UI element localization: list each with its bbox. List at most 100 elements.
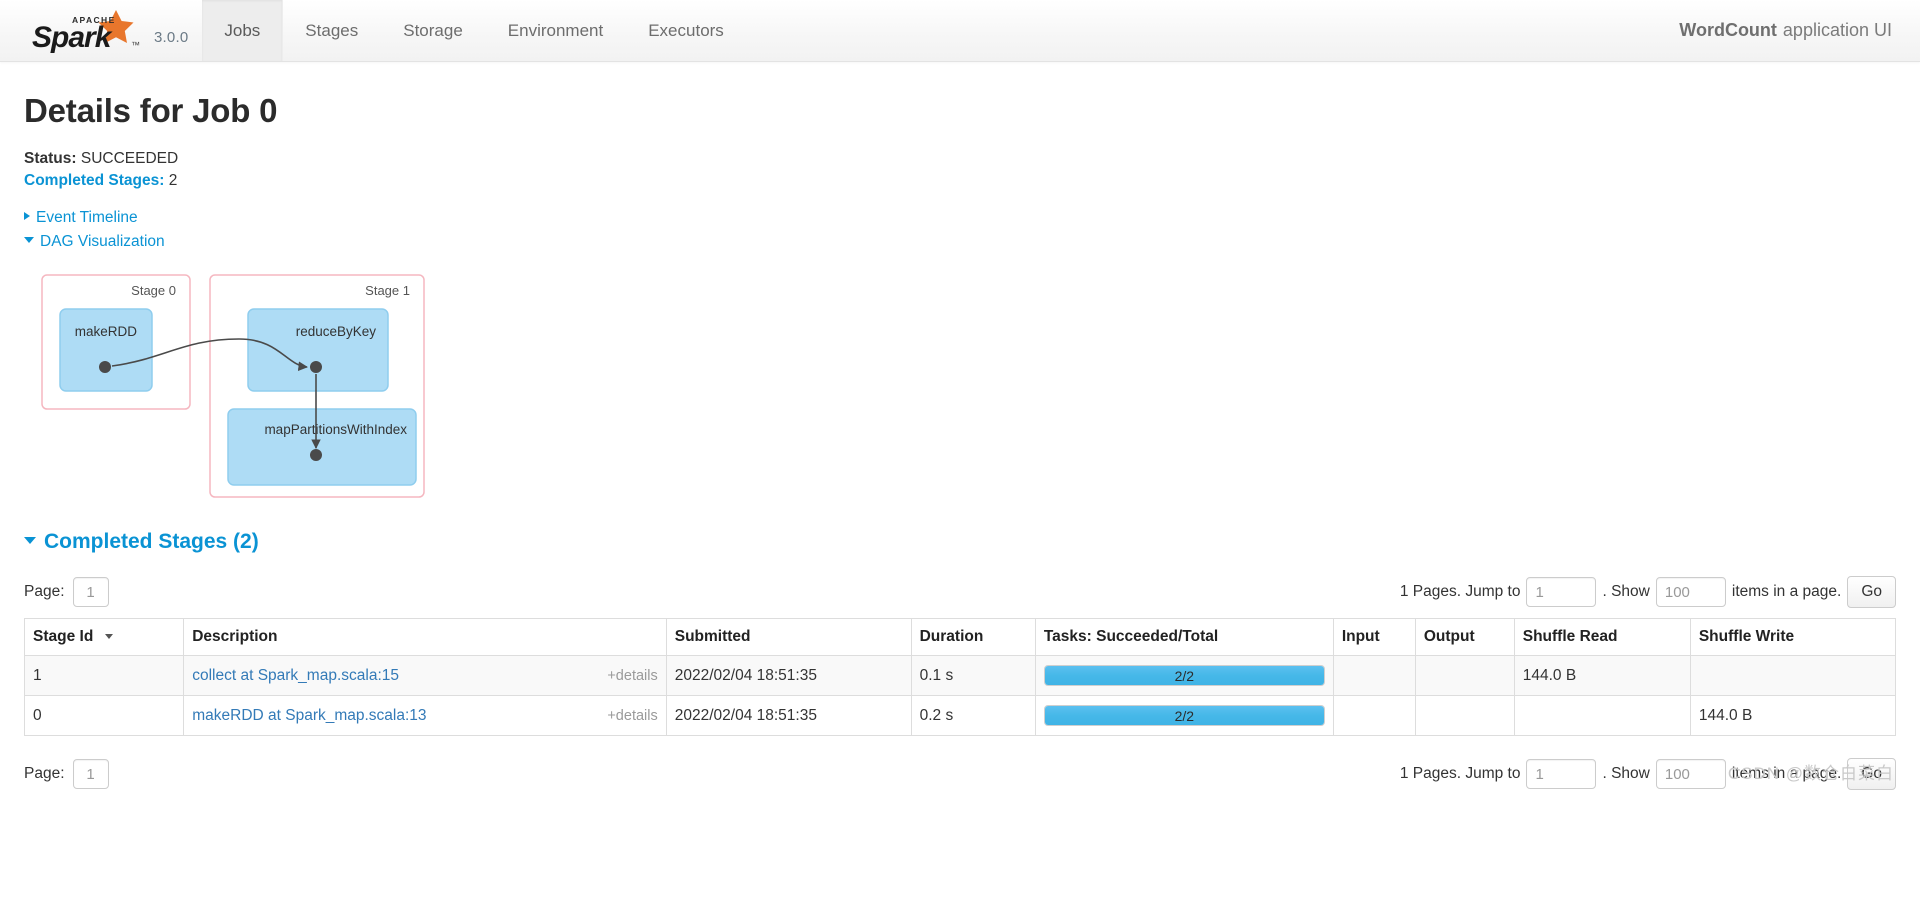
dag-visualization-label: DAG Visualization: [40, 233, 165, 250]
cell-description: makeRDD at Spark_map.scala:13 +details: [183, 695, 667, 736]
page-label: Page:: [24, 583, 65, 600]
stage-description-link[interactable]: makeRDD at Spark_map.scala:13: [192, 707, 426, 725]
page-content: Details for Job 0 Status: SUCCEEDED Comp…: [0, 62, 1920, 790]
dag-node-reducebykey-box[interactable]: [247, 308, 389, 392]
dag-svg: Stage 0 makeRDD Stage 1 reduceByKey mapP…: [41, 274, 425, 498]
jump-to-input[interactable]: [1526, 759, 1597, 789]
chevron-right-icon: [24, 212, 30, 220]
spark-version: 3.0.0: [154, 29, 189, 46]
dag-node-mappartitionswithindex-dot: [310, 449, 322, 461]
cell-duration: 0.2 s: [910, 695, 1036, 736]
dag-visualization-panel: Stage 0 makeRDD Stage 1 reduceByKey mapP…: [24, 267, 1896, 512]
watermark: CSDN @数仓白菜白: [1727, 764, 1894, 783]
tab-storage[interactable]: Storage: [381, 0, 486, 61]
cell-stage-id: 1: [23, 655, 185, 696]
completed-stages-section-toggle[interactable]: Completed Stages (2): [24, 530, 259, 554]
cell-shuffle-write: [1689, 655, 1897, 696]
items-per-page-input[interactable]: [1655, 759, 1726, 789]
tab-jobs[interactable]: Jobs: [202, 0, 284, 61]
pagination-bottom: Page: 1 Pages. Jump to . Show items in a…: [24, 758, 1896, 790]
column-header-shuffle-read[interactable]: Shuffle Read: [1513, 618, 1691, 656]
spark-logo-icon[interactable]: APACHE Spark ™: [28, 8, 146, 54]
dag-node-mappartitionswithindex-box[interactable]: [227, 408, 417, 486]
details-toggle[interactable]: +details: [607, 708, 657, 724]
tab-stages[interactable]: Stages: [283, 0, 381, 61]
column-header-submitted[interactable]: Submitted: [665, 618, 912, 656]
visualization-toggles: Event Timeline DAG Visualization: [24, 207, 1896, 253]
pages-count-text: 1 Pages. Jump to: [1399, 583, 1521, 600]
top-navbar: APACHE Spark ™ 3.0.0 Jobs Stages Storage…: [0, 0, 1920, 62]
column-header-input[interactable]: Input: [1332, 618, 1416, 656]
go-button[interactable]: Go: [1847, 576, 1896, 608]
page-input[interactable]: [72, 577, 109, 607]
cell-shuffle-read: 144.0 B: [1513, 655, 1691, 696]
jump-to-input[interactable]: [1526, 577, 1597, 607]
status-label: Status:: [24, 150, 77, 167]
pagination-top: Page: 1 Pages. Jump to . Show items in a…: [24, 576, 1896, 608]
dag-node-makerdd-label: makeRDD: [75, 324, 138, 339]
tab-executors-link[interactable]: Executors: [626, 0, 747, 61]
cell-tasks-progress: 2/2: [1034, 655, 1334, 696]
table-row: 0 makeRDD at Spark_map.scala:13 +details…: [23, 695, 1897, 736]
tasks-progress-label: 2/2: [1174, 667, 1195, 684]
column-header-shuffle-write[interactable]: Shuffle Write: [1689, 618, 1897, 656]
event-timeline-toggle[interactable]: Event Timeline: [24, 207, 1896, 229]
tab-environment-link[interactable]: Environment: [486, 0, 626, 61]
cell-output: [1414, 695, 1515, 736]
page-input[interactable]: [72, 759, 109, 789]
chevron-down-icon: [24, 537, 36, 544]
svg-text:™: ™: [131, 40, 140, 50]
dag-node-reducebykey-dot: [310, 361, 322, 373]
column-header-duration[interactable]: Duration: [910, 618, 1036, 656]
chevron-down-icon: [24, 237, 34, 243]
tasks-progress-label: 2/2: [1174, 707, 1195, 724]
show-label: . Show: [1602, 583, 1650, 600]
cell-submitted: 2022/02/04 18:51:35: [665, 655, 912, 696]
pagination-top-left: Page:: [24, 577, 109, 607]
application-name: WordCount: [1679, 20, 1777, 40]
cell-tasks-progress: 2/2: [1034, 695, 1334, 736]
column-header-output[interactable]: Output: [1414, 618, 1515, 656]
dag-stage-0-cluster[interactable]: Stage 0 makeRDD: [41, 274, 191, 410]
sort-descending-icon: [104, 634, 113, 639]
tab-storage-link[interactable]: Storage: [381, 0, 486, 61]
tab-environment[interactable]: Environment: [486, 0, 626, 61]
pagination-bottom-left: Page:: [24, 759, 109, 789]
completed-stages-section-title: Completed Stages (2): [44, 530, 259, 553]
application-title-suffix: application UI: [1782, 20, 1892, 40]
completed-stages-label-link[interactable]: Completed Stages:: [24, 172, 164, 189]
cell-description: collect at Spark_map.scala:15 +details: [183, 655, 667, 696]
tab-jobs-link[interactable]: Jobs: [202, 0, 284, 61]
job-status-line: Status: SUCCEEDED: [24, 148, 1896, 169]
details-toggle[interactable]: +details: [607, 668, 657, 684]
cell-input: [1332, 655, 1416, 696]
stage-description-link[interactable]: collect at Spark_map.scala:15: [192, 667, 399, 685]
brand-logo-area[interactable]: APACHE Spark ™ 3.0.0: [0, 0, 202, 61]
completed-stages-count: 2: [168, 172, 178, 189]
table-header-row: Stage Id Description Submitted Duration …: [23, 618, 1897, 656]
tab-stages-link[interactable]: Stages: [283, 0, 381, 61]
cell-shuffle-read: [1513, 695, 1691, 736]
show-label: . Show: [1602, 765, 1650, 782]
main-nav-tabs: Jobs Stages Storage Environment Executor…: [202, 0, 746, 61]
page-label: Page:: [24, 765, 65, 782]
column-header-stage-id[interactable]: Stage Id: [23, 618, 185, 656]
items-per-page-input[interactable]: [1655, 577, 1726, 607]
column-header-tasks[interactable]: Tasks: Succeeded/Total: [1034, 618, 1334, 656]
dag-node-mappartitionswithindex-label: mapPartitionsWithIndex: [264, 422, 407, 437]
dag-visualization-toggle[interactable]: DAG Visualization: [24, 231, 1896, 253]
page-title: Details for Job 0: [24, 92, 278, 129]
cell-shuffle-write: 144.0 B: [1689, 695, 1897, 736]
cell-input: [1332, 695, 1416, 736]
cell-duration: 0.1 s: [910, 655, 1036, 696]
dag-stage-1-cluster[interactable]: Stage 1 reduceByKey mapPartitionsWithInd…: [209, 274, 425, 498]
column-label-stage-id: Stage Id: [33, 628, 94, 645]
svg-text:Spark: Spark: [32, 21, 113, 54]
application-title: WordCount application UI: [1679, 0, 1920, 61]
stage-1-title: Stage 1: [365, 283, 410, 298]
tasks-progress-bar: 2/2: [1043, 705, 1325, 726]
tab-executors[interactable]: Executors: [626, 0, 747, 61]
dag-node-makerdd-box[interactable]: [59, 308, 153, 392]
column-header-description[interactable]: Description: [183, 618, 667, 656]
dag-node-reducebykey-label: reduceByKey: [296, 324, 377, 339]
